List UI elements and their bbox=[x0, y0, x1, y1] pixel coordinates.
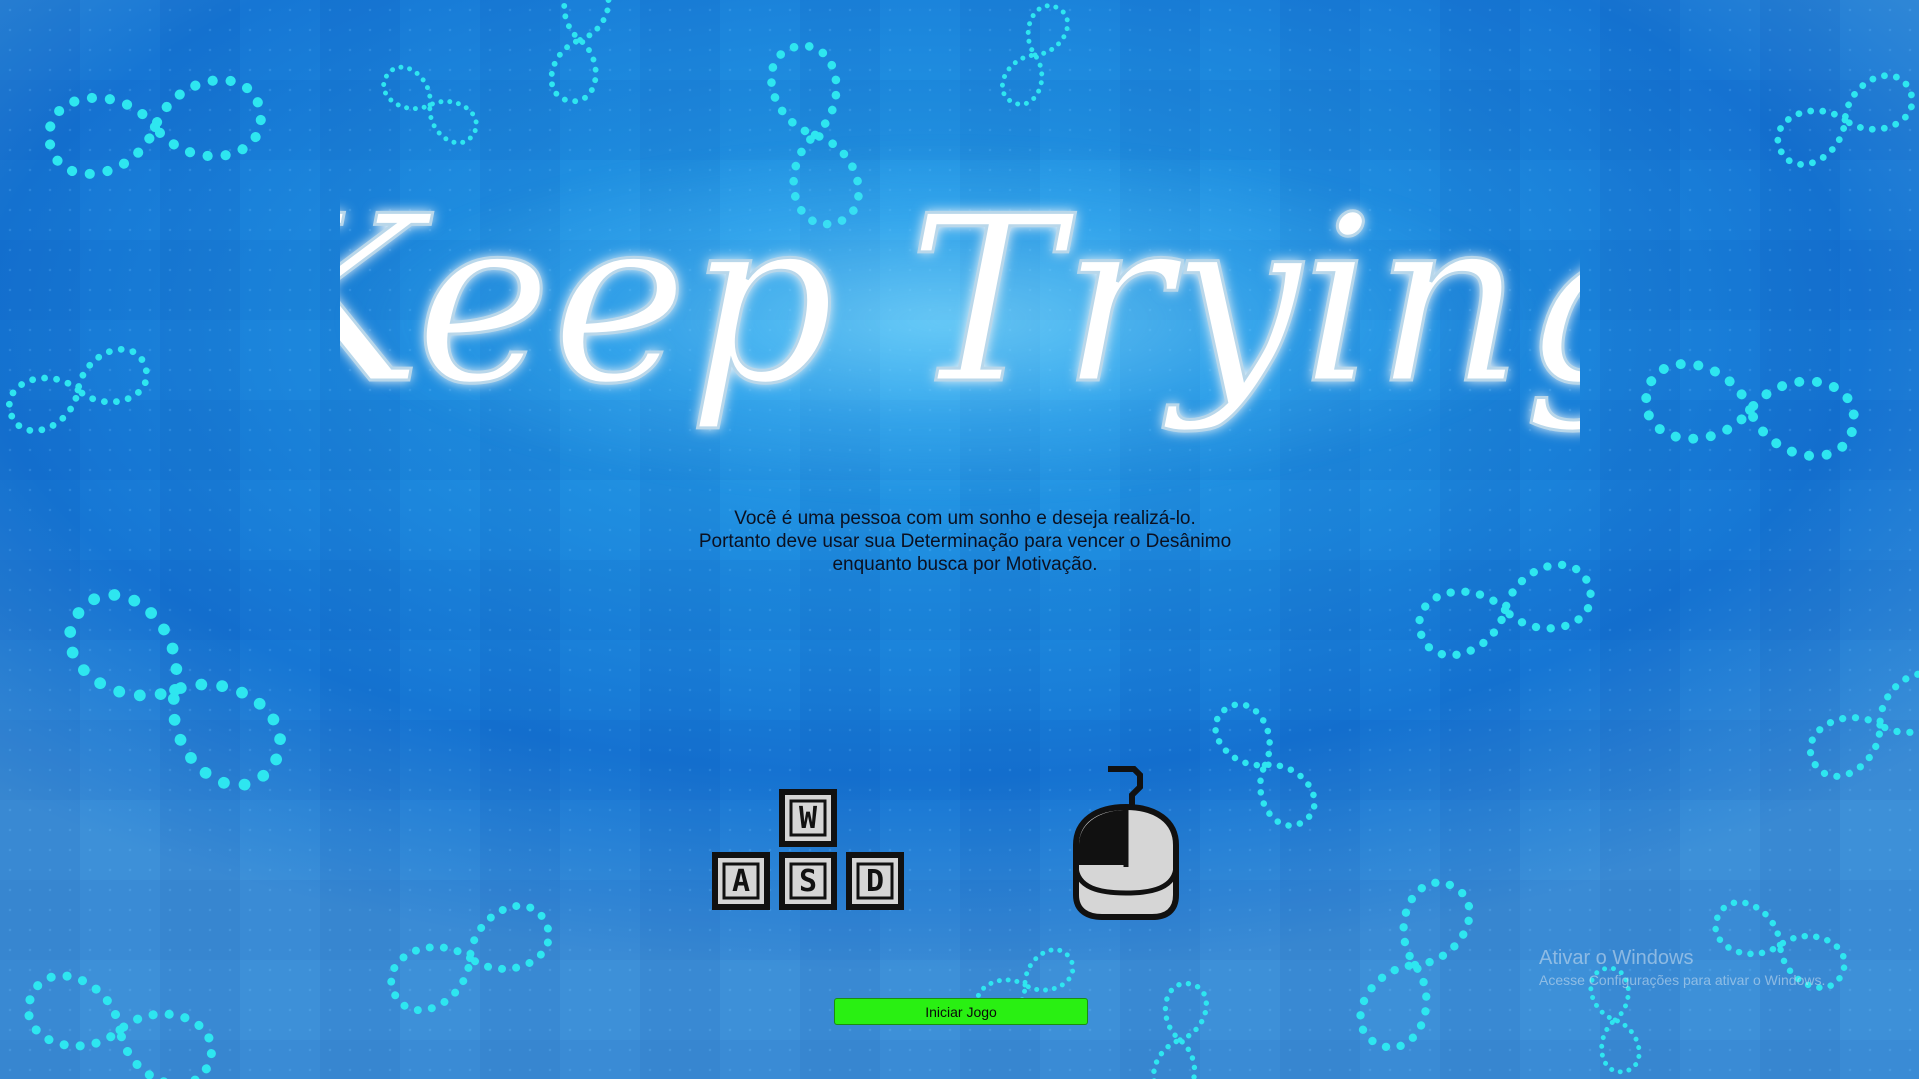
description-line: enquanto busca por Motivação. bbox=[832, 554, 1098, 575]
description-line: Você é uma pessoa com um sonho e deseja … bbox=[734, 508, 1196, 529]
key-w-label: W bbox=[799, 801, 818, 836]
key-d: D bbox=[846, 852, 904, 910]
key-a-label: A bbox=[732, 864, 750, 899]
description-line: Portanto deve usar sua Determinação para… bbox=[698, 531, 1232, 552]
key-s: S bbox=[779, 852, 837, 910]
start-game-button[interactable]: Iniciar Jogo bbox=[834, 998, 1088, 1025]
watermark-title: Ativar o Windows bbox=[1539, 947, 1694, 969]
game-title-text: Keep Trying bbox=[340, 168, 1580, 435]
key-s-label: S bbox=[799, 864, 817, 899]
game-title: Keep Trying bbox=[340, 167, 1580, 437]
key-w: W bbox=[779, 789, 837, 847]
wasd-keys-icon: W A S D bbox=[712, 789, 904, 910]
watermark-subtitle: Acesse Configurações para ativar o Windo… bbox=[1539, 972, 1826, 988]
windows-activation-watermark: Ativar o Windows Acesse Configurações pa… bbox=[1539, 946, 1825, 990]
key-d-label: D bbox=[866, 864, 884, 899]
key-a: A bbox=[712, 852, 770, 910]
game-description: Você é uma pessoa com um sonho e deseja … bbox=[660, 507, 1270, 576]
mouse-icon bbox=[1073, 766, 1179, 920]
